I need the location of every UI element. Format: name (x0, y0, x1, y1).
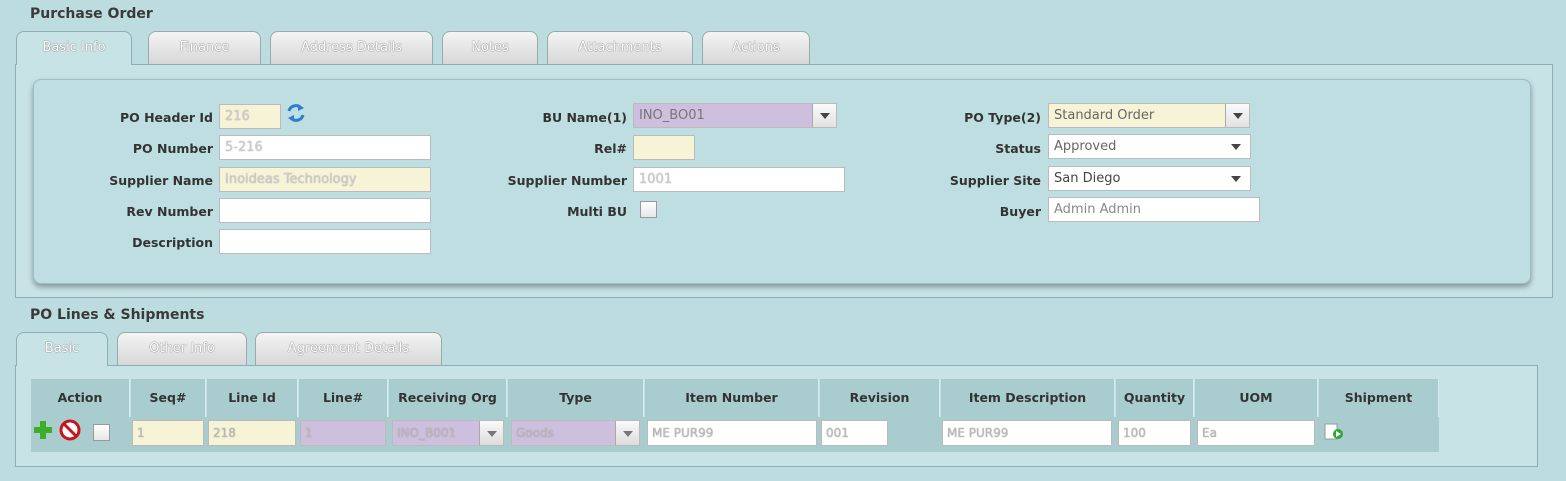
col-receiving-org: Receiving Org (389, 379, 507, 417)
col-item-description: Item Description (941, 379, 1115, 417)
po-type-value: Standard Order (1054, 108, 1155, 123)
buyer-label: Buyer (999, 204, 1041, 219)
page-title: Purchase Order (30, 6, 153, 22)
receiving-org-select[interactable]: INO_B001 (392, 420, 504, 446)
bu-name-value: INO_BO01 (639, 108, 705, 123)
tab-notes[interactable]: Notes (442, 31, 538, 64)
po-number-label: PO Number (132, 141, 213, 156)
line-id-field[interactable]: 218 (208, 420, 296, 446)
chevron-down-icon (1231, 176, 1241, 182)
rev-number-label: Rev Number (126, 204, 213, 219)
bu-name-label: BU Name(1) (542, 110, 627, 125)
type-select[interactable]: Goods (511, 420, 640, 446)
type-value: Goods (516, 426, 554, 440)
chevron-down-icon[interactable] (812, 104, 836, 127)
tab-finance[interactable]: Finance (148, 31, 261, 64)
rev-number-field[interactable] (219, 198, 431, 223)
status-value: Approved (1054, 139, 1117, 154)
supplier-site-select[interactable]: San Diego (1048, 166, 1251, 191)
tab-attachments[interactable]: Attachments (547, 31, 693, 64)
col-quantity: Quantity (1116, 379, 1194, 417)
col-type: Type (508, 379, 644, 417)
tab-other-info[interactable]: Other Info (117, 332, 247, 365)
supplier-site-label: Supplier Site (949, 173, 1041, 188)
lines-section-title: PO Lines & Shipments (30, 307, 205, 323)
status-select[interactable]: Approved (1048, 134, 1251, 159)
tab-actions[interactable]: Actions (702, 31, 810, 64)
shipment-details-icon[interactable] (1324, 423, 1344, 441)
supplier-number-field[interactable]: 1001 (633, 167, 845, 192)
col-seq: Seq# (131, 379, 206, 417)
chevron-down-icon[interactable] (1225, 104, 1249, 127)
delete-icon[interactable] (59, 419, 81, 441)
chevron-down-icon[interactable] (479, 421, 503, 445)
header-tabbar: Basic Info Finance Address Details Notes… (0, 31, 820, 65)
item-description-field[interactable]: ME PUR99 (942, 420, 1112, 446)
col-line-num: Line# (299, 379, 388, 417)
supplier-name-field[interactable]: Inoideas Technology (219, 167, 431, 192)
tab-address-details[interactable]: Address Details (270, 31, 433, 64)
supplier-site-value: San Diego (1054, 171, 1121, 186)
col-action: Action (31, 379, 130, 417)
receiving-org-value: INO_B001 (397, 426, 457, 440)
po-type-select[interactable]: Standard Order (1048, 103, 1250, 128)
po-header-id-label: PO Header Id (119, 110, 213, 125)
bu-name-select[interactable]: INO_BO01 (633, 103, 837, 128)
tab-basic[interactable]: Basic (16, 332, 108, 366)
col-line-id: Line Id (207, 379, 298, 417)
col-shipment-details: Shipment Details (1319, 379, 1439, 443)
chevron-down-icon (1231, 144, 1241, 150)
line-num-field[interactable]: 1 (300, 420, 386, 446)
uom-field[interactable]: Ea (1197, 420, 1315, 446)
supplier-number-label: Supplier Number (507, 173, 627, 188)
quantity-field[interactable]: 100 (1118, 420, 1191, 446)
multi-bu-checkbox[interactable] (640, 201, 657, 218)
tab-basic-info[interactable]: Basic Info (16, 31, 132, 65)
status-label: Status (995, 141, 1041, 156)
po-type-label: PO Type(2) (964, 110, 1041, 125)
add-icon[interactable] (33, 420, 53, 440)
row-select-checkbox[interactable] (93, 424, 110, 441)
rel-field[interactable] (633, 135, 695, 160)
col-revision-number: Revision Number (820, 379, 940, 443)
rel-label: Rel# (594, 141, 627, 156)
po-number-field[interactable]: 5-216 (219, 135, 431, 160)
seq-field[interactable]: 1 (132, 420, 204, 446)
revision-number-field[interactable]: 001 (821, 420, 888, 446)
col-uom: UOM (1195, 379, 1318, 417)
po-header-id-field[interactable]: 216 (219, 104, 281, 129)
item-number-field[interactable]: ME PUR99 (647, 420, 817, 446)
multi-bu-label: Multi BU (567, 204, 627, 219)
chevron-down-icon[interactable] (615, 421, 639, 445)
col-item-number: Item Number (645, 379, 819, 417)
description-label: Description (132, 235, 213, 250)
lines-tabbar: Basic Other Info Agreement Details (0, 332, 450, 366)
supplier-name-label: Supplier Name (109, 173, 213, 188)
refresh-icon[interactable] (286, 102, 306, 124)
buyer-field[interactable]: Admin Admin (1048, 197, 1260, 222)
tab-agreement-details[interactable]: Agreement Details (255, 332, 442, 365)
description-field[interactable] (219, 229, 431, 254)
